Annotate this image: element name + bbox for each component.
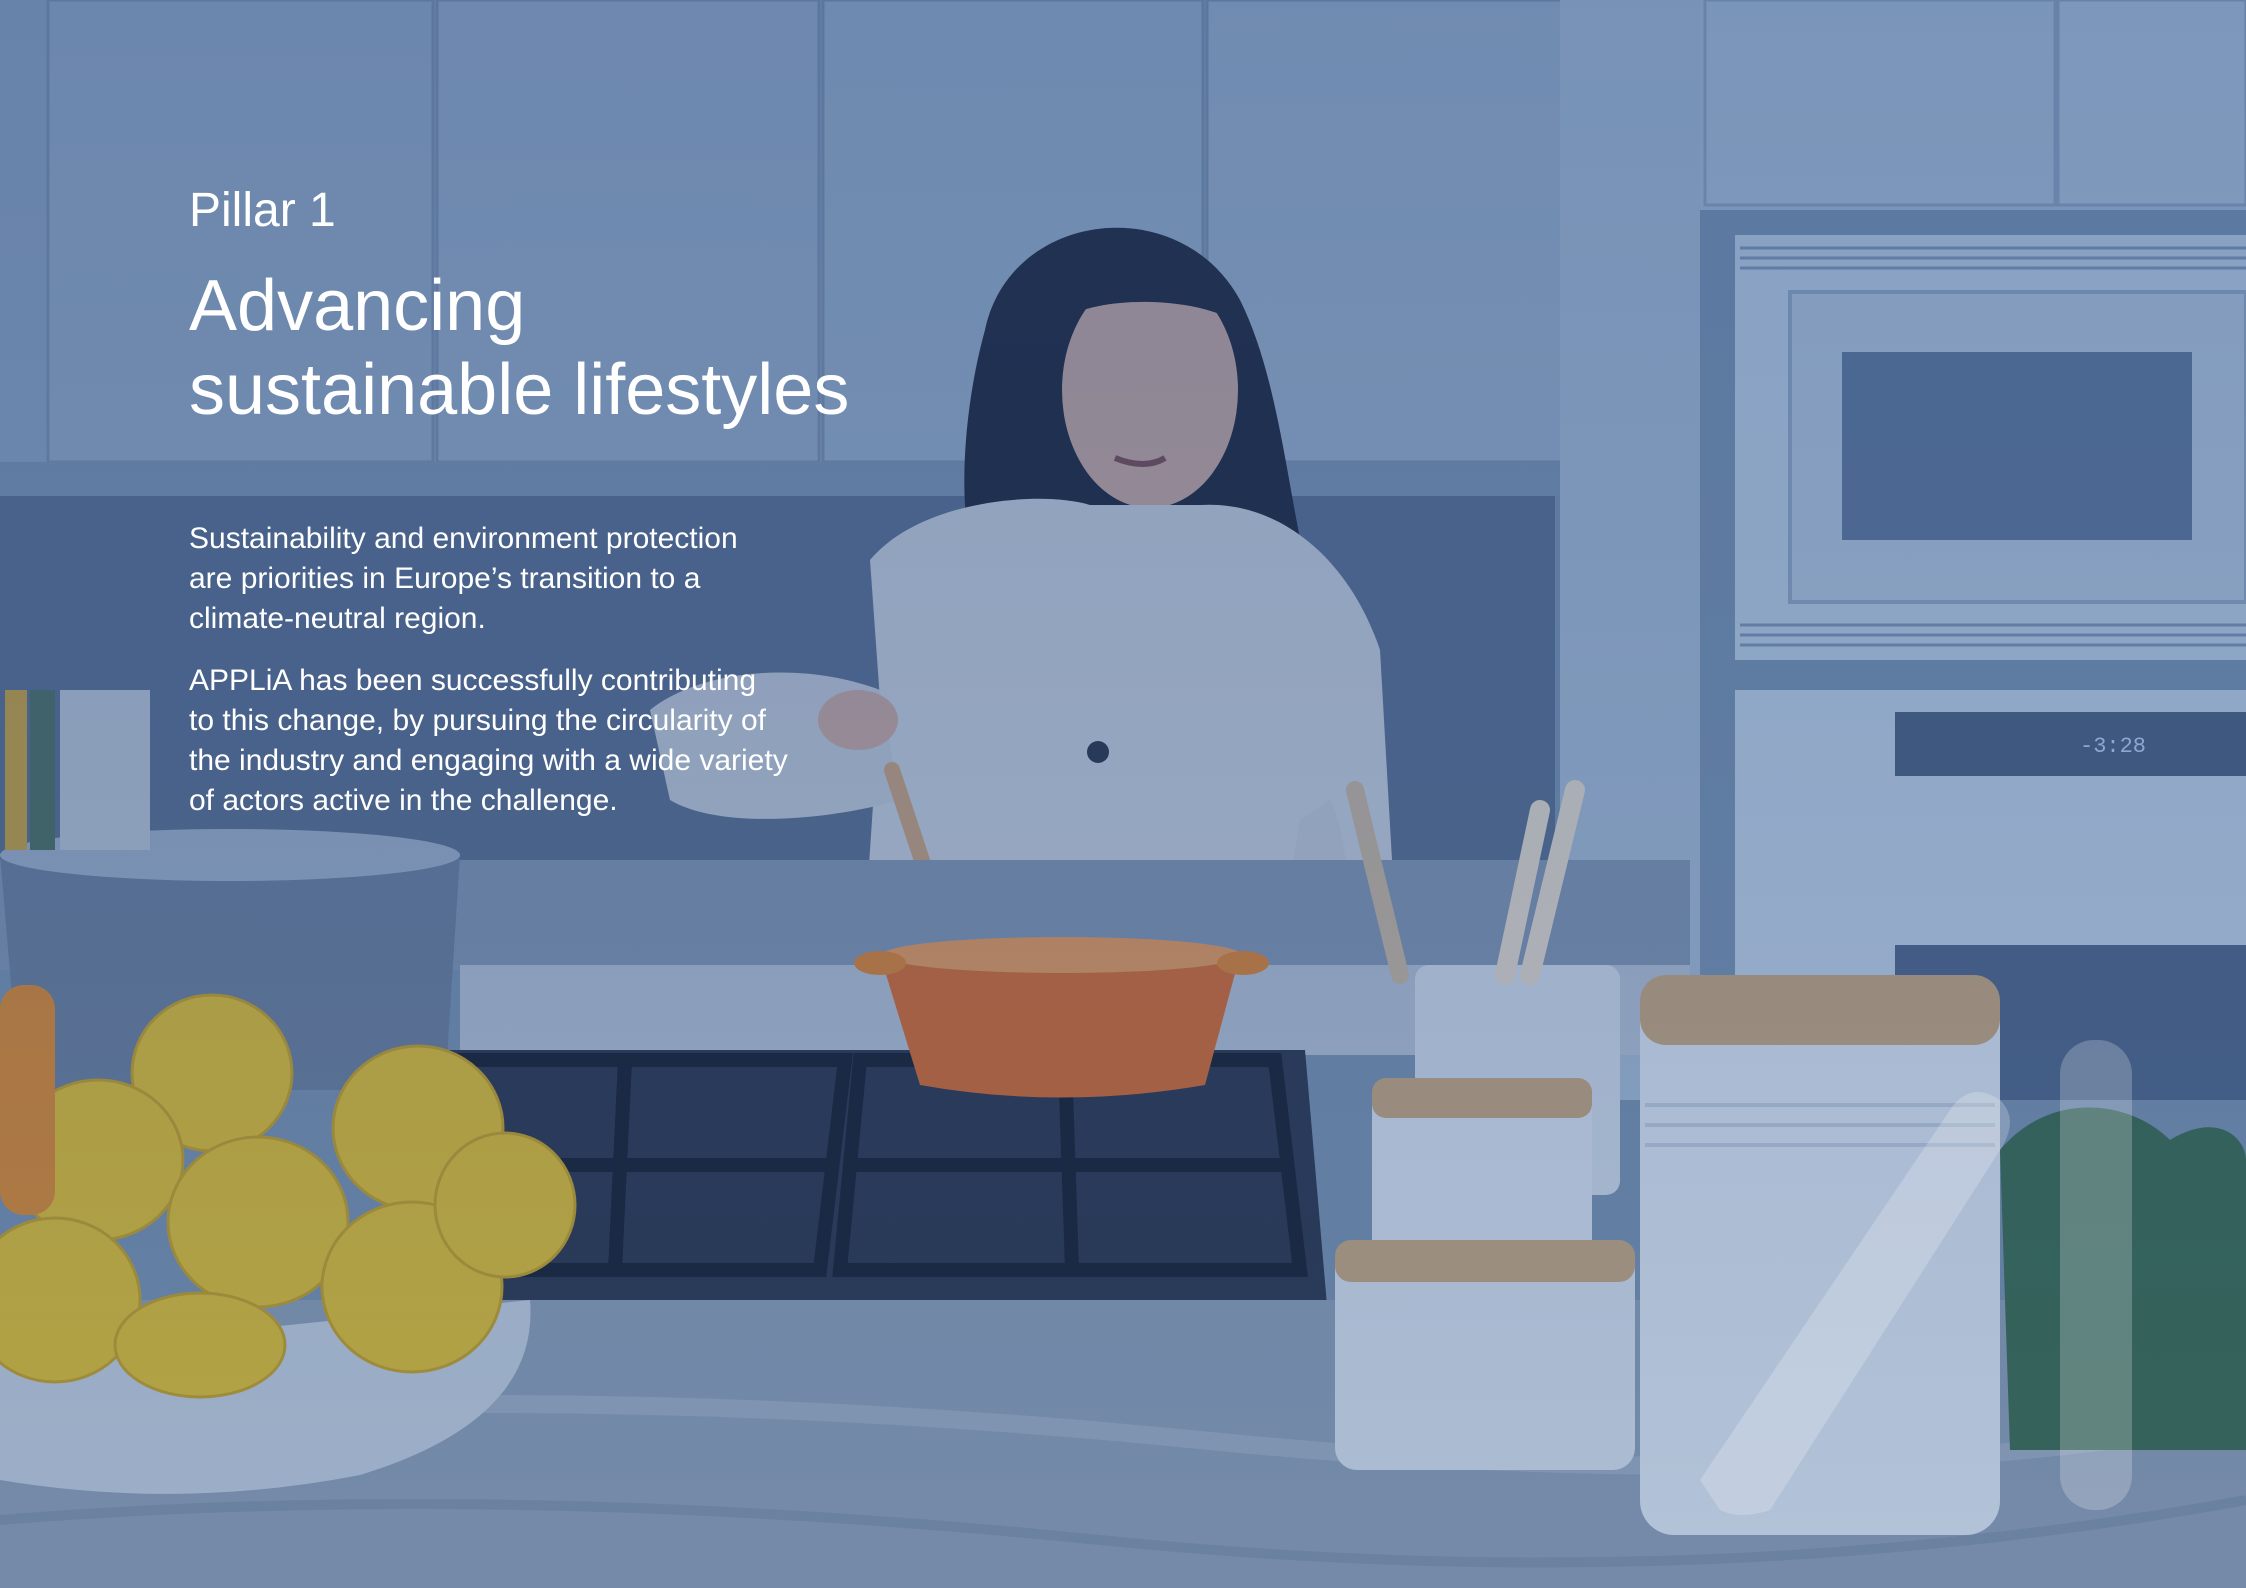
page-title: Advancing sustainable lifestyles xyxy=(189,264,989,432)
title-line-2: sustainable lifestyles xyxy=(189,350,850,430)
paragraph-2: APPLiA has been successfully contributin… xyxy=(189,664,788,817)
paragraph-1: Sustainability and environment protectio… xyxy=(189,522,738,635)
oven-clock: -3:28 xyxy=(2080,734,2146,759)
body-text: Sustainability and environment protectio… xyxy=(189,519,789,843)
applia-mark-icon xyxy=(1700,1040,2132,1515)
title-line-1: Advancing xyxy=(189,266,526,346)
pillar-label: Pillar 1 xyxy=(189,184,336,237)
